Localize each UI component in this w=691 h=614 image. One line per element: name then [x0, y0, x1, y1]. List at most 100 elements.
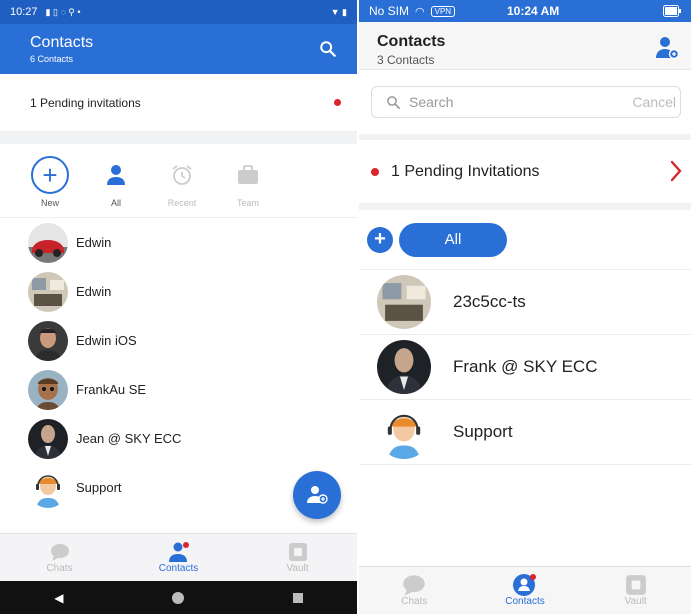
status-time: 10:27: [10, 6, 38, 18]
contact-name: Support: [453, 422, 513, 441]
search-icon: [387, 95, 400, 109]
recent-filter-button[interactable]: Recent: [160, 156, 204, 208]
tab-label: Chats: [46, 563, 73, 574]
unread-dot-icon: [371, 167, 379, 176]
list-item[interactable]: Frank @ SKY ECC: [359, 335, 691, 400]
battery-icon: [663, 5, 681, 17]
room-avatar: [28, 271, 68, 312]
contact-name: Jean @ SKY ECC: [76, 431, 182, 446]
support-avatar: [377, 405, 431, 459]
ios-screen: No SIM ◠ VPN 10:24 AM Contacts 3 Contact…: [359, 0, 691, 614]
tab-label: Contacts: [158, 563, 199, 574]
tab-vault[interactable]: Vault: [580, 567, 691, 614]
chat-bubble-icon: [402, 574, 426, 596]
team-label: Team: [236, 198, 259, 208]
home-icon[interactable]: [172, 591, 185, 604]
contact-name: Frank @ SKY ECC: [453, 357, 598, 376]
cancel-button[interactable]: Cancel: [632, 94, 676, 110]
tab-label: Vault: [624, 596, 647, 607]
pending-invitations-label: 1 Pending Invitations: [391, 162, 540, 180]
back-icon[interactable]: ◀: [54, 591, 63, 605]
ios-status-bar: No SIM ◠ VPN 10:24 AM: [359, 0, 691, 22]
cartoon-avatar: [28, 369, 68, 410]
all-filter-button[interactable]: All: [399, 222, 507, 257]
contact-count: 3 Contacts: [377, 53, 435, 67]
ios-header: Contacts 3 Contacts: [359, 22, 691, 70]
ios-contact-list: 23c5cc-ts Frank @ SKY ECC Support: [359, 270, 691, 465]
ios-tab-bar: Chats Contacts Vault: [359, 566, 691, 614]
pending-invitations-label: 1 Pending invitations: [30, 95, 141, 110]
search-input[interactable]: Search Cancel: [371, 86, 681, 118]
list-item[interactable]: Edwin: [0, 218, 357, 267]
contact-count: 6 Contacts: [30, 54, 74, 64]
contact-name: Edwin: [76, 284, 112, 299]
contact-name: FrankAu SE: [76, 382, 147, 397]
new-label: New: [40, 198, 59, 208]
contacts-person-icon: [512, 574, 538, 596]
search-icon[interactable]: [319, 40, 337, 58]
recent-label: Recent: [167, 198, 197, 208]
chat-bubble-icon: [50, 541, 70, 563]
search-placeholder: Search: [409, 94, 454, 110]
section-divider: [0, 132, 357, 144]
pending-invitations-row[interactable]: 1 Pending Invitations: [359, 140, 691, 204]
notification-icons: ▮ ▯ ◌ ⚲ •: [45, 6, 81, 17]
list-item[interactable]: Edwin iOS: [0, 316, 357, 365]
android-contact-list: Edwin Edwin Edwin iOS FrankAu SE Jean @ …: [0, 218, 357, 512]
suit-avatar: [28, 418, 68, 459]
plus-circle-icon: +: [31, 156, 69, 194]
list-item[interactable]: FrankAu SE: [0, 365, 357, 414]
page-title: Contacts: [377, 33, 446, 50]
tab-contacts[interactable]: Contacts: [119, 534, 238, 581]
car-avatar: [28, 222, 68, 263]
briefcase-icon: [229, 156, 267, 194]
android-app-bar: Contacts 6 Contacts: [0, 24, 357, 74]
man-avatar: [28, 320, 68, 361]
alarm-clock-icon: [163, 156, 201, 194]
android-tab-bar: Chats Contacts Vault: [0, 533, 357, 581]
vault-icon: [625, 574, 647, 596]
all-label: All: [110, 198, 121, 208]
add-contact-fab-button[interactable]: [293, 471, 341, 519]
vpn-badge: VPN: [430, 5, 456, 17]
tab-contacts[interactable]: Contacts: [470, 567, 581, 614]
contact-name: Edwin: [76, 235, 112, 250]
pending-invitations-row[interactable]: 1 Pending invitations: [0, 74, 357, 132]
tab-vault[interactable]: Vault: [238, 534, 357, 581]
contacts-person-icon: [168, 541, 190, 563]
new-contact-button[interactable]: + New: [28, 156, 72, 208]
android-screen: 10:27 ▮ ▯ ◌ ⚲ • ▼ ▮ Contacts 6 Contacts …: [0, 0, 357, 614]
list-item[interactable]: Edwin: [0, 267, 357, 316]
add-person-icon[interactable]: [655, 36, 679, 60]
tab-label: Chats: [401, 596, 428, 607]
person-icon: [97, 156, 135, 194]
android-status-bar: 10:27 ▮ ▯ ◌ ⚲ • ▼ ▮: [0, 0, 357, 24]
tab-chats[interactable]: Chats: [0, 534, 119, 581]
wifi-icon: ◠: [415, 5, 425, 18]
android-system-nav: ◀: [0, 581, 357, 614]
tab-label: Contacts: [505, 596, 545, 607]
all-filter-button[interactable]: All: [94, 156, 138, 208]
support-avatar: [28, 467, 68, 508]
tab-chats[interactable]: Chats: [359, 567, 470, 614]
room-avatar: [377, 275, 431, 329]
contact-name: Support: [76, 480, 122, 495]
filter-actions: + New All Recent Team: [0, 144, 357, 218]
wifi-battery-icons: ▼ ▮: [330, 6, 347, 17]
status-time: 10:24 AM: [507, 4, 560, 18]
add-person-icon: [307, 486, 328, 504]
list-item[interactable]: Jean @ SKY ECC: [0, 414, 357, 463]
suit-avatar: [377, 340, 431, 394]
chevron-right-icon: [670, 160, 682, 182]
add-filter-button[interactable]: +: [367, 226, 393, 253]
page-title: Contacts: [30, 34, 94, 51]
list-item[interactable]: 23c5cc-ts: [359, 270, 691, 335]
carrier-text: No SIM: [369, 4, 410, 18]
search-row: Search Cancel: [359, 70, 691, 134]
tab-label: Vault: [286, 563, 309, 574]
team-filter-button[interactable]: Team: [226, 156, 270, 208]
vault-icon: [288, 541, 308, 563]
list-item[interactable]: Support: [359, 400, 691, 465]
contact-name: 23c5cc-ts: [453, 292, 526, 311]
recents-icon[interactable]: [292, 592, 303, 603]
